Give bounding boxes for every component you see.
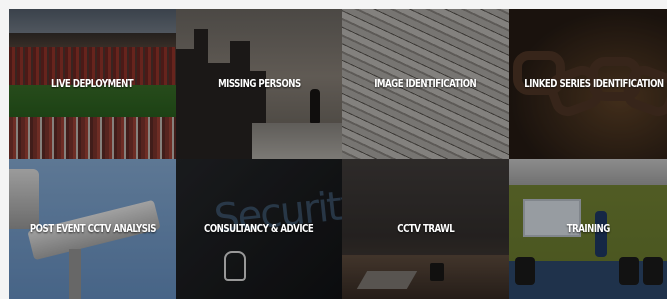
tile-post-event-cctv-analysis[interactable]: POST EVENT CCTV ANALYSIS <box>9 159 176 299</box>
tile-label: POST EVENT CCTV ANALYSIS <box>29 223 156 235</box>
tile-cctv-trawl[interactable]: CCTV TRAWL <box>342 159 509 299</box>
tile-label: IMAGE IDENTIFICATION <box>374 78 477 90</box>
tile-label: TRAINING <box>566 223 610 235</box>
tile-label: LINKED SERIES IDENTIFICATION <box>524 78 664 90</box>
tile-label: MISSING PERSONS <box>217 78 301 90</box>
tile-training[interactable]: TRAINING <box>509 159 667 299</box>
tile-image-identification[interactable]: IMAGE IDENTIFICATION <box>342 9 509 159</box>
tile-consultancy-advice[interactable]: Security CONSULTANCY & ADVICE <box>176 159 342 299</box>
tile-label: CONSULTANCY & ADVICE <box>204 223 314 235</box>
services-grid: LIVE DEPLOYMENT MISSING PERSONS IMAGE ID… <box>9 9 667 299</box>
tile-label: CCTV TRAWL <box>396 223 455 235</box>
tile-linked-series-identification[interactable]: LINKED SERIES IDENTIFICATION <box>509 9 667 159</box>
tile-live-deployment[interactable]: LIVE DEPLOYMENT <box>9 9 176 159</box>
tile-missing-persons[interactable]: MISSING PERSONS <box>176 9 342 159</box>
tile-label: LIVE DEPLOYMENT <box>51 78 134 90</box>
